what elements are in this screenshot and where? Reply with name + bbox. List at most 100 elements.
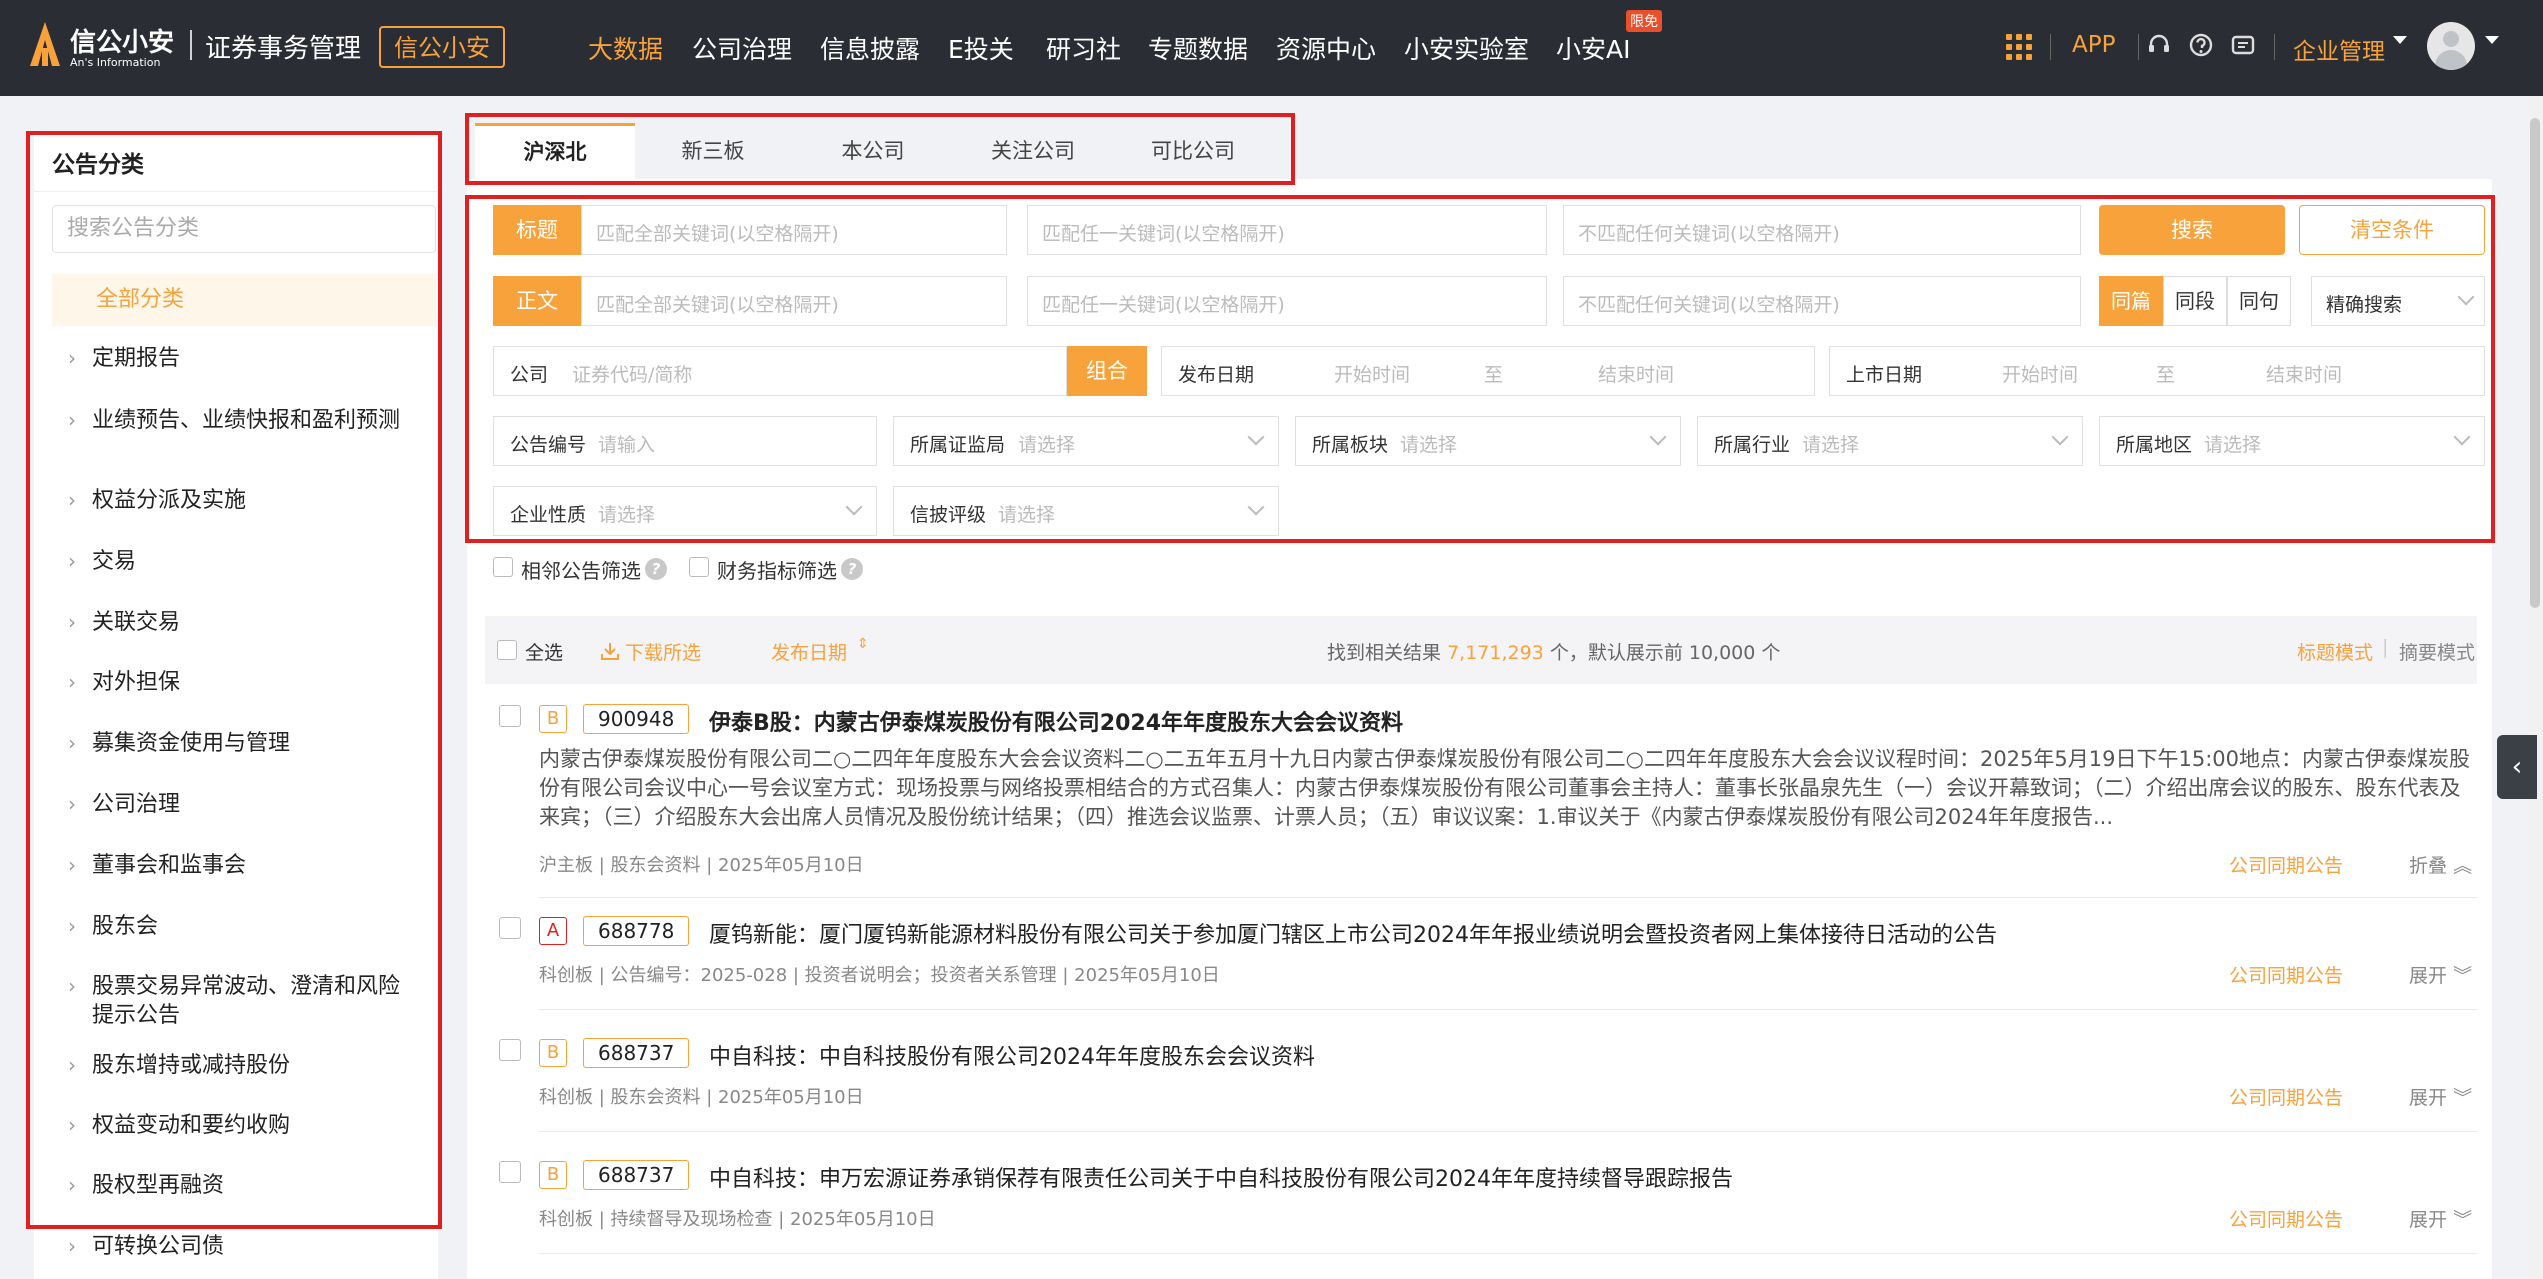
sidebar-item-all[interactable]: 全部分类 [52, 274, 436, 326]
expand-toggle[interactable]: 展开 ︾ [2409, 1205, 2472, 1232]
publish-date-range[interactable]: 发布日期 开始时间 至 结束时间 [1161, 346, 1815, 396]
sidebar-item[interactable]: › 权益变动和要约收购 [68, 1111, 408, 1140]
body-kw-none-input[interactable]: 不匹配任何关键词(以空格隔开) [1563, 276, 2081, 326]
nav-study[interactable]: 研习社 [1046, 30, 1121, 66]
chevron-left-icon[interactable]: ‹ [2497, 735, 2537, 799]
select-all-label[interactable]: 全选 [525, 638, 563, 665]
nav-resources[interactable]: 资源中心 [1276, 30, 1376, 66]
tab-neeq[interactable]: 新三板 [633, 123, 793, 179]
company-input[interactable]: 公司 证券代码/简称 [493, 346, 1067, 396]
stock-code[interactable]: 688737 [583, 1160, 690, 1190]
sort-icon[interactable]: ⇕ [857, 636, 869, 652]
region-select[interactable]: 所属地区 请选择 [2099, 416, 2485, 466]
body-tag[interactable]: 正文 [493, 276, 581, 326]
chevron-down-icon[interactable] [2393, 36, 2407, 44]
end-time[interactable]: 结束时间 [1598, 360, 1674, 387]
sort-publish-date[interactable]: 发布日期 [771, 638, 847, 665]
chevron-down-icon[interactable] [2485, 36, 2499, 44]
adjacent-filter-checkbox[interactable] [493, 557, 513, 577]
result-title[interactable]: 中自科技：申万宏源证券承销保荐有限责任公司关于中自科技股份有限公司2024年年度… [709, 1161, 1733, 1193]
message-icon[interactable] [2230, 32, 2256, 58]
nav-topic-data[interactable]: 专题数据 [1148, 30, 1248, 66]
mode-title[interactable]: 标题模式 [2297, 638, 2373, 665]
search-button[interactable]: 搜索 [2099, 205, 2285, 255]
nav-lab[interactable]: 小安实验室 [1404, 30, 1529, 66]
row-checkbox[interactable] [499, 917, 521, 939]
title-kw-none-input[interactable]: 不匹配任何关键词(以空格隔开) [1563, 205, 2081, 255]
company-period-link[interactable]: 公司同期公告 [2229, 851, 2343, 878]
headset-icon[interactable] [2146, 32, 2172, 58]
board-select[interactable]: 所属板块 请选择 [1295, 416, 1681, 466]
row-checkbox[interactable] [499, 705, 521, 727]
clear-button[interactable]: 清空条件 [2299, 205, 2485, 255]
sidebar-item[interactable]: › 股东会 [68, 912, 408, 941]
sidebar-item[interactable]: › 业绩预告、业绩快报和盈利预测 [68, 406, 408, 435]
download-icon[interactable] [599, 640, 621, 662]
start-time[interactable]: 开始时间 [2002, 360, 2078, 387]
stock-code[interactable]: 900948 [583, 704, 690, 734]
body-kw-any-input[interactable]: 匹配任一关键词(以空格隔开) [1027, 276, 1547, 326]
row-checkbox[interactable] [499, 1161, 521, 1183]
precision-select[interactable]: 精确搜索 [2311, 276, 2485, 326]
category-search-input[interactable]: 搜索公告分类 [52, 205, 436, 253]
grid-icon[interactable] [2006, 34, 2032, 60]
nav-disclosure[interactable]: 信息披露 [820, 30, 920, 66]
stock-code[interactable]: 688737 [583, 1038, 690, 1068]
app-link[interactable]: APP [2072, 32, 2115, 58]
sidebar-item[interactable]: › 定期报告 [68, 344, 408, 373]
row-checkbox[interactable] [499, 1039, 521, 1061]
combo-button[interactable]: 组合 [1067, 346, 1147, 396]
result-title[interactable]: 伊泰B股：内蒙古伊泰煤炭股份有限公司2024年年度股东大会会议资料 [709, 705, 1403, 737]
regulator-select[interactable]: 所属证监局 请选择 [893, 416, 1279, 466]
tab-comparable[interactable]: 可比公司 [1113, 123, 1273, 179]
title-kw-any-input[interactable]: 匹配任一关键词(以空格隔开) [1027, 205, 1547, 255]
financial-filter-checkbox[interactable] [689, 557, 709, 577]
listing-date-range[interactable]: 上市日期 开始时间 至 结束时间 [1829, 346, 2485, 396]
result-title[interactable]: 中自科技：中自科技股份有限公司2024年年度股东会会议资料 [709, 1039, 1315, 1071]
tab-followed[interactable]: 关注公司 [953, 123, 1113, 179]
sidebar-item[interactable]: › 募集资金使用与管理 [68, 729, 408, 758]
scrollbar-thumb[interactable] [2530, 118, 2540, 608]
notice-number-input[interactable]: 公告编号 请输入 [493, 416, 877, 466]
start-time[interactable]: 开始时间 [1334, 360, 1410, 387]
sidebar-item[interactable]: › 关联交易 [68, 608, 408, 637]
nav-ai[interactable]: 小安AI [1556, 30, 1630, 66]
company-period-link[interactable]: 公司同期公告 [2229, 1205, 2343, 1232]
sidebar-item[interactable]: › 对外担保 [68, 668, 408, 697]
scope-same-paragraph[interactable]: 同段 [2163, 276, 2227, 326]
help-icon[interactable]: ? [645, 558, 667, 580]
title-kw-all-input[interactable]: 匹配全部关键词(以空格隔开) [581, 205, 1007, 255]
sidebar-item[interactable]: › 可转换公司债 [68, 1232, 408, 1261]
sidebar-item[interactable]: › 股票交易异常波动、澄清和风险提示公告 [68, 972, 408, 1030]
sidebar-item[interactable]: › 公司治理 [68, 790, 408, 819]
title-tag[interactable]: 标题 [493, 205, 581, 255]
company-period-link[interactable]: 公司同期公告 [2229, 961, 2343, 988]
nav-big-data[interactable]: 大数据 [588, 30, 663, 66]
sidebar-item[interactable]: › 董事会和监事会 [68, 851, 408, 880]
fold-toggle[interactable]: 折叠 ︽ [2409, 851, 2472, 878]
brand-button[interactable]: 信公小安 [379, 26, 505, 68]
industry-select[interactable]: 所属行业 请选择 [1697, 416, 2083, 466]
nav-governance[interactable]: 公司治理 [692, 30, 792, 66]
body-kw-all-input[interactable]: 匹配全部关键词(以空格隔开) [581, 276, 1007, 326]
expand-toggle[interactable]: 展开 ︾ [2409, 1083, 2472, 1110]
result-title[interactable]: 厦钨新能：厦门厦钨新能源材料股份有限公司关于参加厦门辖区上市公司2024年年报业… [709, 917, 1997, 949]
stock-code[interactable]: 688778 [583, 916, 690, 946]
tab-own-company[interactable]: 本公司 [793, 123, 953, 179]
tab-hs-bj[interactable]: 沪深北 [475, 123, 635, 179]
sidebar-item[interactable]: › 权益分派及实施 [68, 486, 408, 515]
download-selected-button[interactable]: 下载所选 [625, 638, 701, 665]
scope-same-sentence[interactable]: 同句 [2227, 276, 2291, 326]
help-icon[interactable] [2188, 32, 2214, 58]
scope-same-doc[interactable]: 同篇 [2099, 276, 2163, 326]
rating-select[interactable]: 信披评级 请选择 [893, 486, 1279, 536]
expand-toggle[interactable]: 展开 ︾ [2409, 961, 2472, 988]
nav-investor-relations[interactable]: E投关 [948, 30, 1014, 66]
help-icon[interactable]: ? [841, 558, 863, 580]
avatar[interactable] [2427, 22, 2475, 70]
sidebar-item[interactable]: › 股权型再融资 [68, 1171, 408, 1200]
sidebar-item[interactable]: › 股东增持或减持股份 [68, 1051, 408, 1080]
end-time[interactable]: 结束时间 [2266, 360, 2342, 387]
mode-summary[interactable]: 摘要模式 [2399, 638, 2475, 665]
company-period-link[interactable]: 公司同期公告 [2229, 1083, 2343, 1110]
